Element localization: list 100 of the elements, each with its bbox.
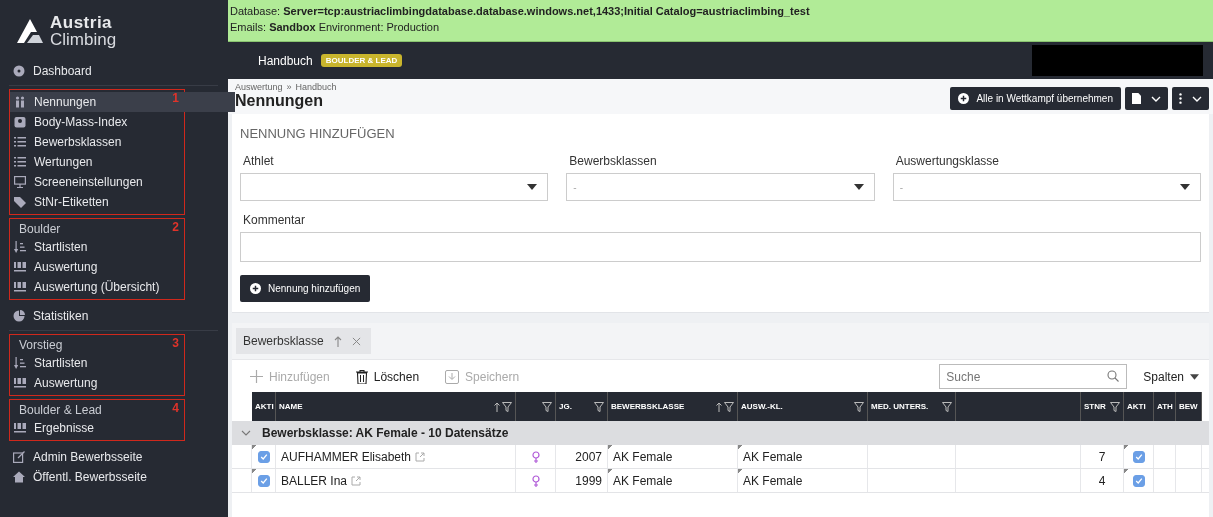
table-cell: 7	[1098, 449, 1106, 464]
filter-icon[interactable]	[502, 401, 512, 412]
event-badge: BOULDER & LEAD	[320, 54, 403, 67]
export-menu-button[interactable]	[1125, 87, 1168, 110]
sidebar-item[interactable]: Admin Bewerbsseite	[9, 447, 218, 467]
column-header[interactable]: STNR	[1081, 392, 1124, 421]
scale-icon	[14, 116, 26, 128]
table-cell: AUFHAMMER Elisabeth	[281, 449, 412, 464]
close-icon[interactable]	[351, 336, 361, 346]
filter-icon[interactable]	[854, 401, 864, 412]
external-link-icon[interactable]	[351, 475, 362, 486]
comment-field[interactable]	[240, 232, 1201, 262]
filter-icon[interactable]	[942, 401, 952, 412]
column-header[interactable]: MED. UNTERS.	[868, 392, 956, 421]
filter-icon[interactable]	[594, 401, 604, 412]
sidebar-item[interactable]: Öffentl. Bewerbsseite	[9, 467, 218, 487]
table-cell: AK Female	[613, 449, 673, 464]
dropdown-caret-icon	[1180, 184, 1190, 190]
female-icon	[531, 474, 540, 487]
sort-icon	[14, 357, 26, 369]
field-label: Auswertungsklasse	[894, 154, 1001, 168]
sidebar-item[interactable]: Auswertung (Übersicht)	[10, 277, 184, 297]
section-heading: Boulder	[18, 221, 61, 237]
filter-icon[interactable]	[724, 401, 734, 412]
table-cell: 1999	[575, 473, 602, 488]
select-field[interactable]	[240, 173, 549, 201]
column-header[interactable]: JG.	[556, 392, 608, 421]
scoreboard-icon	[14, 422, 26, 434]
checkbox[interactable]	[257, 450, 270, 463]
column-header[interactable]: AUSW.-KL.	[738, 392, 868, 421]
kebab-icon	[1179, 93, 1182, 104]
take-over-button[interactable]: Alle in Wettkampf übernehmen	[950, 87, 1121, 110]
annotation-number: 2	[172, 220, 179, 234]
home-icon	[13, 471, 25, 483]
plus-circle-icon	[958, 93, 970, 104]
plus-circle-icon	[250, 283, 261, 294]
monitor-icon	[14, 176, 26, 188]
filter-icon[interactable]	[1110, 401, 1120, 412]
checkbox[interactable]	[257, 474, 270, 487]
gauge-icon	[13, 65, 25, 77]
caret-icon	[1190, 373, 1199, 380]
sidebar-item[interactable]: Auswertung	[10, 373, 184, 393]
table-cell: AK Female	[743, 473, 803, 488]
logo-text: Austria	[50, 14, 114, 31]
file-icon	[1132, 93, 1141, 104]
breadcrumb-item: Handbuch	[295, 82, 337, 92]
checkbox[interactable]	[1132, 450, 1145, 463]
sort-icon[interactable]	[494, 401, 500, 412]
sidebar-item[interactable]: Statistiken	[9, 306, 218, 326]
list-icon	[14, 156, 26, 168]
table-cell: BALLER Ina	[281, 473, 348, 488]
navbar-title: Handbuch	[258, 53, 313, 68]
female-icon	[531, 450, 540, 463]
column-header[interactable]: BEW	[1176, 392, 1202, 421]
sidebar-item[interactable]: StNr-Etiketten	[10, 192, 184, 212]
more-menu-button[interactable]	[1172, 87, 1209, 110]
add-entry-button[interactable]: Nennung hinzufügen	[240, 275, 371, 302]
external-link-icon[interactable]	[415, 451, 426, 462]
sort-up-icon[interactable]	[333, 335, 342, 347]
checkbox[interactable]	[1132, 474, 1145, 487]
sidebar-item[interactable]: Startlisten	[10, 237, 184, 257]
field-label: Bewerbsklassen	[568, 154, 658, 168]
sidebar-item[interactable]: Wertungen	[10, 152, 184, 172]
trash-icon	[355, 369, 368, 384]
scoreboard-icon	[14, 281, 26, 293]
sidebar-item[interactable]: Ergebnisse	[10, 418, 184, 438]
delete-button[interactable]: Löschen	[347, 369, 428, 384]
grouping-chip[interactable]: Bewerbsklasse	[236, 328, 371, 354]
sidebar-item[interactable]: Body-Mass-Index	[10, 112, 184, 132]
section-heading: Vorstieg	[18, 337, 63, 353]
field-label: Athlet	[242, 154, 275, 168]
list-icon	[14, 136, 26, 148]
sidebar-item[interactable]: Screeneinstellungen	[10, 172, 184, 192]
annotation-number: 4	[172, 401, 179, 415]
breadcrumb-item[interactable]: Auswertung	[235, 82, 283, 92]
column-header[interactable]: ATH	[1154, 392, 1176, 421]
sidebar-item[interactable]: Bewerbsklassen	[10, 132, 184, 152]
edit-icon	[13, 451, 25, 463]
columns-menu-button[interactable]: Spalten	[1137, 369, 1205, 384]
column-header[interactable]: NAME	[276, 392, 516, 421]
sidebar-item[interactable]: Startlisten	[10, 353, 184, 373]
page-title: Nennungen	[235, 92, 324, 110]
plus-icon	[250, 370, 263, 383]
column-header[interactable]: AKTI	[252, 392, 276, 421]
sidebar-item[interactable]: Auswertung	[10, 257, 184, 277]
people-icon	[14, 96, 26, 108]
chevron-icon[interactable]	[241, 430, 251, 436]
search-field[interactable]: Suche	[939, 364, 1128, 389]
chip-label: Bewerbsklasse	[243, 334, 324, 348]
dropdown-caret-icon	[527, 184, 538, 190]
sort-icon	[14, 241, 26, 253]
column-header[interactable]: BEWERBSKLASSE	[608, 392, 738, 421]
banner-text: Database: Server=tcp:austriaclimbingdatabase.database.windows.net,1433;Initial Catalog=austriaclimbing_test	[230, 4, 811, 19]
breadcrumb-item: »	[286, 82, 292, 92]
sidebar-item[interactable]: Dashboard	[9, 61, 218, 81]
column-header[interactable]	[516, 392, 556, 421]
sort-icon[interactable]	[716, 401, 722, 412]
filter-icon[interactable]	[542, 401, 552, 412]
group-row[interactable]: Bewerbsklasse: AK Female - 10 Datensätze	[232, 421, 1209, 445]
column-header[interactable]: AKTI	[1124, 392, 1154, 421]
